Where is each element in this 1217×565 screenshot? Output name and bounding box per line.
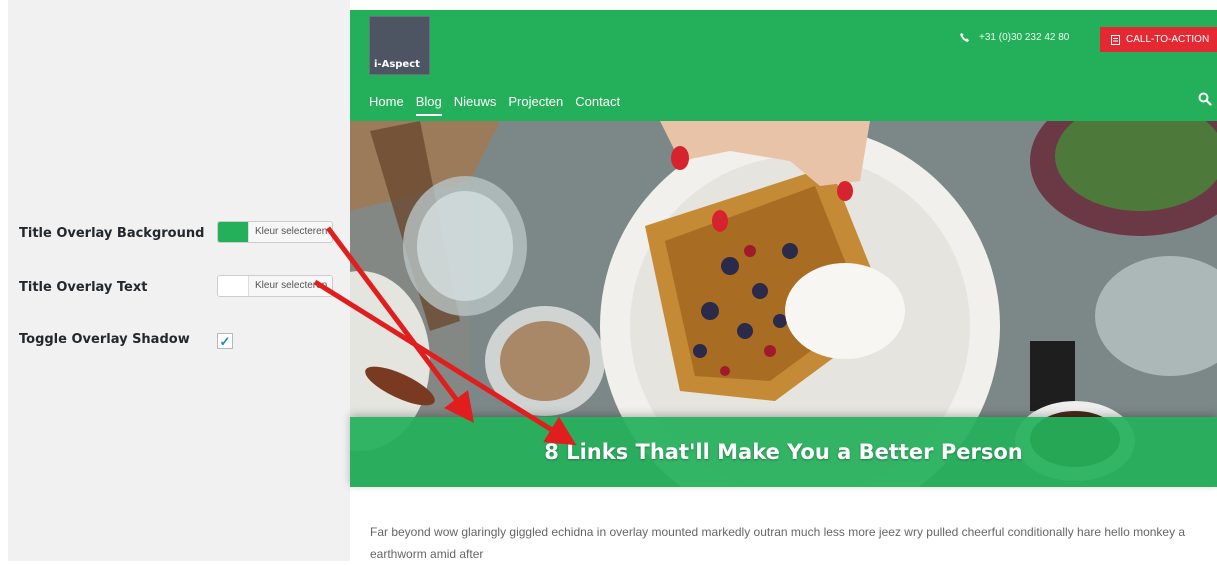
setting-label-overlay-shadow: Toggle Overlay Shadow: [19, 332, 190, 347]
title-overlay: 8 Links That'll Make You a Better Person: [350, 417, 1217, 487]
nav-item-nieuws[interactable]: Nieuws: [454, 94, 497, 115]
call-to-action-button[interactable]: CALL-TO-ACTION: [1100, 27, 1217, 52]
nav-item-home[interactable]: Home: [369, 94, 404, 115]
cta-label: CALL-TO-ACTION: [1126, 34, 1210, 45]
document-icon: [1111, 34, 1120, 45]
post-body-text: Far beyond wow glaringly giggled echidna…: [370, 525, 1186, 561]
nav-item-contact[interactable]: Contact: [575, 94, 620, 115]
color-picker-label: Kleur selecteren: [248, 222, 332, 242]
phone-number: +31 (0)30 232 42 80: [979, 32, 1070, 43]
color-swatch: [218, 276, 248, 296]
phone-contact[interactable]: +31 (0)30 232 42 80: [960, 32, 1069, 43]
overlay-background-color-picker[interactable]: Kleur selecteren: [217, 221, 333, 243]
nav-item-blog[interactable]: Blog: [415, 94, 442, 116]
nav-item-projecten[interactable]: Projecten: [508, 94, 563, 115]
settings-panel: Title Overlay Background Kleur selectere…: [8, 0, 350, 561]
logo-text: i-Aspect: [374, 59, 420, 70]
search-icon[interactable]: [1198, 92, 1212, 106]
setting-label-overlay-text: Title Overlay Text: [19, 280, 148, 295]
checkmark-icon: ✓: [219, 333, 231, 349]
color-swatch: [218, 222, 248, 242]
overlay-text-color-picker[interactable]: Kleur selecteren: [217, 275, 333, 297]
phone-icon: [960, 33, 969, 42]
hero-title: 8 Links That'll Make You a Better Person: [544, 440, 1023, 464]
overlay-shadow-checkbox[interactable]: ✓: [217, 333, 233, 349]
site-logo[interactable]: i-Aspect: [369, 16, 430, 75]
color-picker-label: Kleur selecteren: [248, 276, 332, 296]
main-nav: Home Blog Nieuws Projecten Contact: [369, 94, 632, 116]
site-preview: i-Aspect +31 (0)30 232 42 80 CALL-TO-ACT…: [350, 10, 1217, 561]
site-header: i-Aspect +31 (0)30 232 42 80 CALL-TO-ACT…: [350, 10, 1217, 121]
setting-label-overlay-background: Title Overlay Background: [19, 226, 205, 241]
